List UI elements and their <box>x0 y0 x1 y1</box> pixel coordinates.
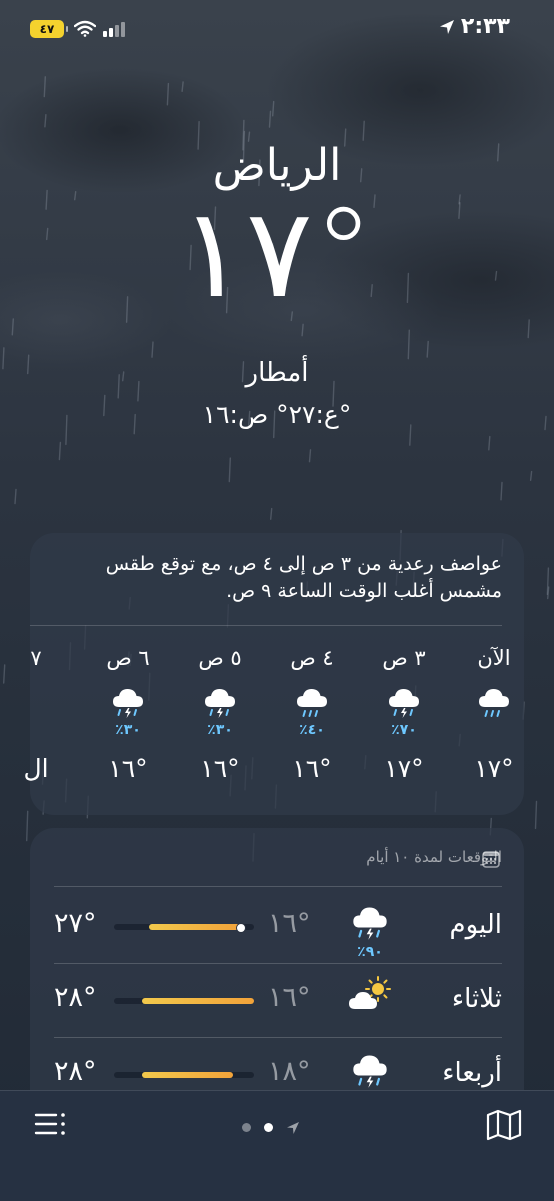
precip-chance: ٪٣٠ <box>115 722 141 738</box>
daily-row[interactable]: اليوم ٪٩٠ ١٦° ٢٧° <box>30 890 524 964</box>
hour-temperature: ال <box>23 754 49 783</box>
precip-chance: ٪٧٠ <box>391 722 417 738</box>
hour-temperature: ١٦° <box>200 754 240 783</box>
weather-icon <box>18 684 54 720</box>
hour-temperature: ١٧° <box>384 754 424 783</box>
precip-chance: ٪٤٠ <box>299 722 325 738</box>
cloud-bolt-rain-icon <box>386 684 422 720</box>
precip-chance: ٪٣٠ <box>207 722 233 738</box>
temperature-range-bar <box>114 998 254 1004</box>
page-indicator[interactable] <box>242 1117 300 1136</box>
cloud-sun-icon <box>348 976 392 1016</box>
status-bar: ٢:٣٣ ٤٧ <box>0 0 554 62</box>
hour-label: ٥ ص <box>198 646 242 670</box>
hour-label: الآن <box>477 646 511 670</box>
cloud-bolt-rain-icon <box>348 1050 392 1090</box>
hour-temperature: ١٦° <box>292 754 332 783</box>
map-icon[interactable] <box>486 1109 522 1141</box>
day-name: ثلاثاء <box>451 984 502 1014</box>
temperature-range-fill <box>142 998 254 1004</box>
hour-temperature: ١٦° <box>108 754 148 783</box>
current-temp-dot <box>236 923 246 933</box>
hour-label: ٤ ص <box>290 646 334 670</box>
ten-day-header: التوقعات لمدة ١٠ أيام <box>366 848 502 866</box>
battery-indicator: ٤٧ <box>30 20 68 38</box>
page-dot-current[interactable] <box>264 1123 273 1132</box>
cellular-signal-icon <box>103 22 125 37</box>
card-divider <box>30 625 502 626</box>
page-dot[interactable] <box>242 1123 251 1132</box>
low-temperature: ١٦° <box>268 908 311 939</box>
cloud-bolt-rain-icon <box>110 684 146 720</box>
day-name: أربعاء <box>442 1058 502 1088</box>
weather-summary: عواصف رعدية من ٣ ص إلى ٤ ص، مع توقع طقس … <box>105 553 502 602</box>
location-arrow-icon <box>440 20 454 34</box>
cloud-rain-icon <box>294 684 330 720</box>
low-temperature: ١٦° <box>268 982 311 1013</box>
list-icon[interactable] <box>34 1111 68 1137</box>
wifi-icon <box>74 20 96 37</box>
hour-label: ٧ <box>30 646 42 670</box>
high-low-temperature: ع:٢٧° ص:١٦° <box>202 400 352 429</box>
cloud-bolt-rain-icon <box>202 684 238 720</box>
day-name: اليوم <box>449 910 502 940</box>
location-page-icon[interactable] <box>286 1121 300 1135</box>
cloud-bolt-rain-icon <box>348 902 392 942</box>
low-temperature: ١٨° <box>268 1056 311 1087</box>
temperature-range-bar <box>114 923 254 933</box>
hourly-strip[interactable]: الآن ١٧° ٣ ص ٪٧٠ ١٧° ٤ ص ٪٤٠ ١٦° ٥ ص ٪٣٠ ١٦° ٦ ص ٪٣٠… <box>0 646 554 786</box>
high-temperature: ٢٨° <box>54 1056 97 1087</box>
high-temperature: ٢٧° <box>54 908 97 939</box>
hour-label: ٣ ص <box>382 646 426 670</box>
high-temperature: ٢٨° <box>54 982 97 1013</box>
current-temperature: ١٧° <box>179 182 378 326</box>
precip-chance: ٪٩٠ <box>357 944 383 960</box>
status-time: ٢:٣٣ <box>460 14 510 39</box>
hour-temperature: ١٧° <box>474 754 514 783</box>
cloud-rain-icon <box>476 684 512 720</box>
card-divider <box>54 886 502 887</box>
bottom-toolbar <box>0 1090 554 1201</box>
temperature-range-bar <box>114 1072 254 1078</box>
hour-label: ٦ ص <box>106 646 150 670</box>
temperature-range-fill <box>142 1072 233 1078</box>
daily-row[interactable]: ثلاثاء ١٦° ٢٨° <box>30 964 524 1038</box>
current-condition: أمطار <box>245 358 309 388</box>
temperature-range-fill <box>149 924 240 930</box>
